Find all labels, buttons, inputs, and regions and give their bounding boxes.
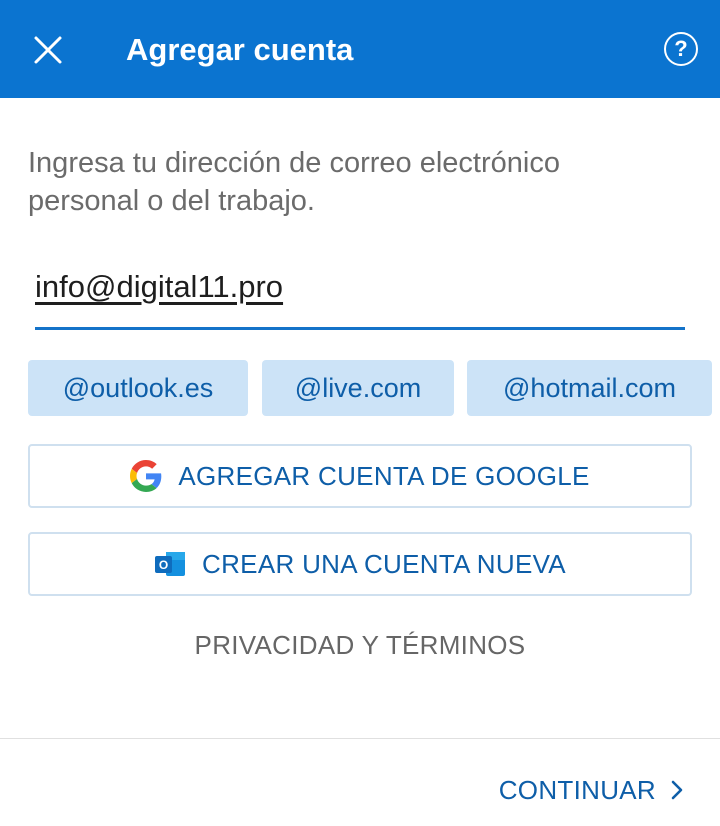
help-icon[interactable]: ? <box>664 32 698 66</box>
close-icon <box>34 36 62 64</box>
suggestion-live-com[interactable]: @live.com <box>262 360 454 416</box>
close-button[interactable] <box>28 30 68 70</box>
instructions-text: Ingresa tu dirección de correo electróni… <box>28 147 560 217</box>
add-google-account-label: AGREGAR CUENTA DE GOOGLE <box>178 460 590 491</box>
footer-divider <box>0 738 720 739</box>
app-bar: Agregar cuenta ? <box>0 0 720 98</box>
add-account-screen: Agregar cuenta ? Ingresa tu dirección de… <box>0 0 720 826</box>
svg-text:O: O <box>159 558 168 572</box>
page-title: Agregar cuenta <box>126 32 354 67</box>
continue-button[interactable]: CONTINUAR <box>499 770 684 810</box>
create-new-account-button[interactable]: O CREAR UNA CUENTA NUEVA <box>28 532 692 596</box>
email-field <box>35 262 685 330</box>
outlook-logo-icon: O <box>154 549 186 579</box>
suggestion-outlook-es[interactable]: @outlook.es <box>28 360 248 416</box>
continue-label: CONTINUAR <box>498 774 656 805</box>
create-new-account-label: CREAR UNA CUENTA NUEVA <box>202 548 566 579</box>
suggestion-hotmail-com[interactable]: @hotmail.com <box>467 360 712 416</box>
privacy-terms-link[interactable]: PRIVACIDAD Y TÉRMINOS <box>0 630 720 661</box>
google-logo-icon <box>130 460 162 492</box>
add-google-account-button[interactable]: AGREGAR CUENTA DE GOOGLE <box>28 444 692 508</box>
chevron-right-icon <box>670 779 684 801</box>
email-input[interactable] <box>35 262 685 312</box>
